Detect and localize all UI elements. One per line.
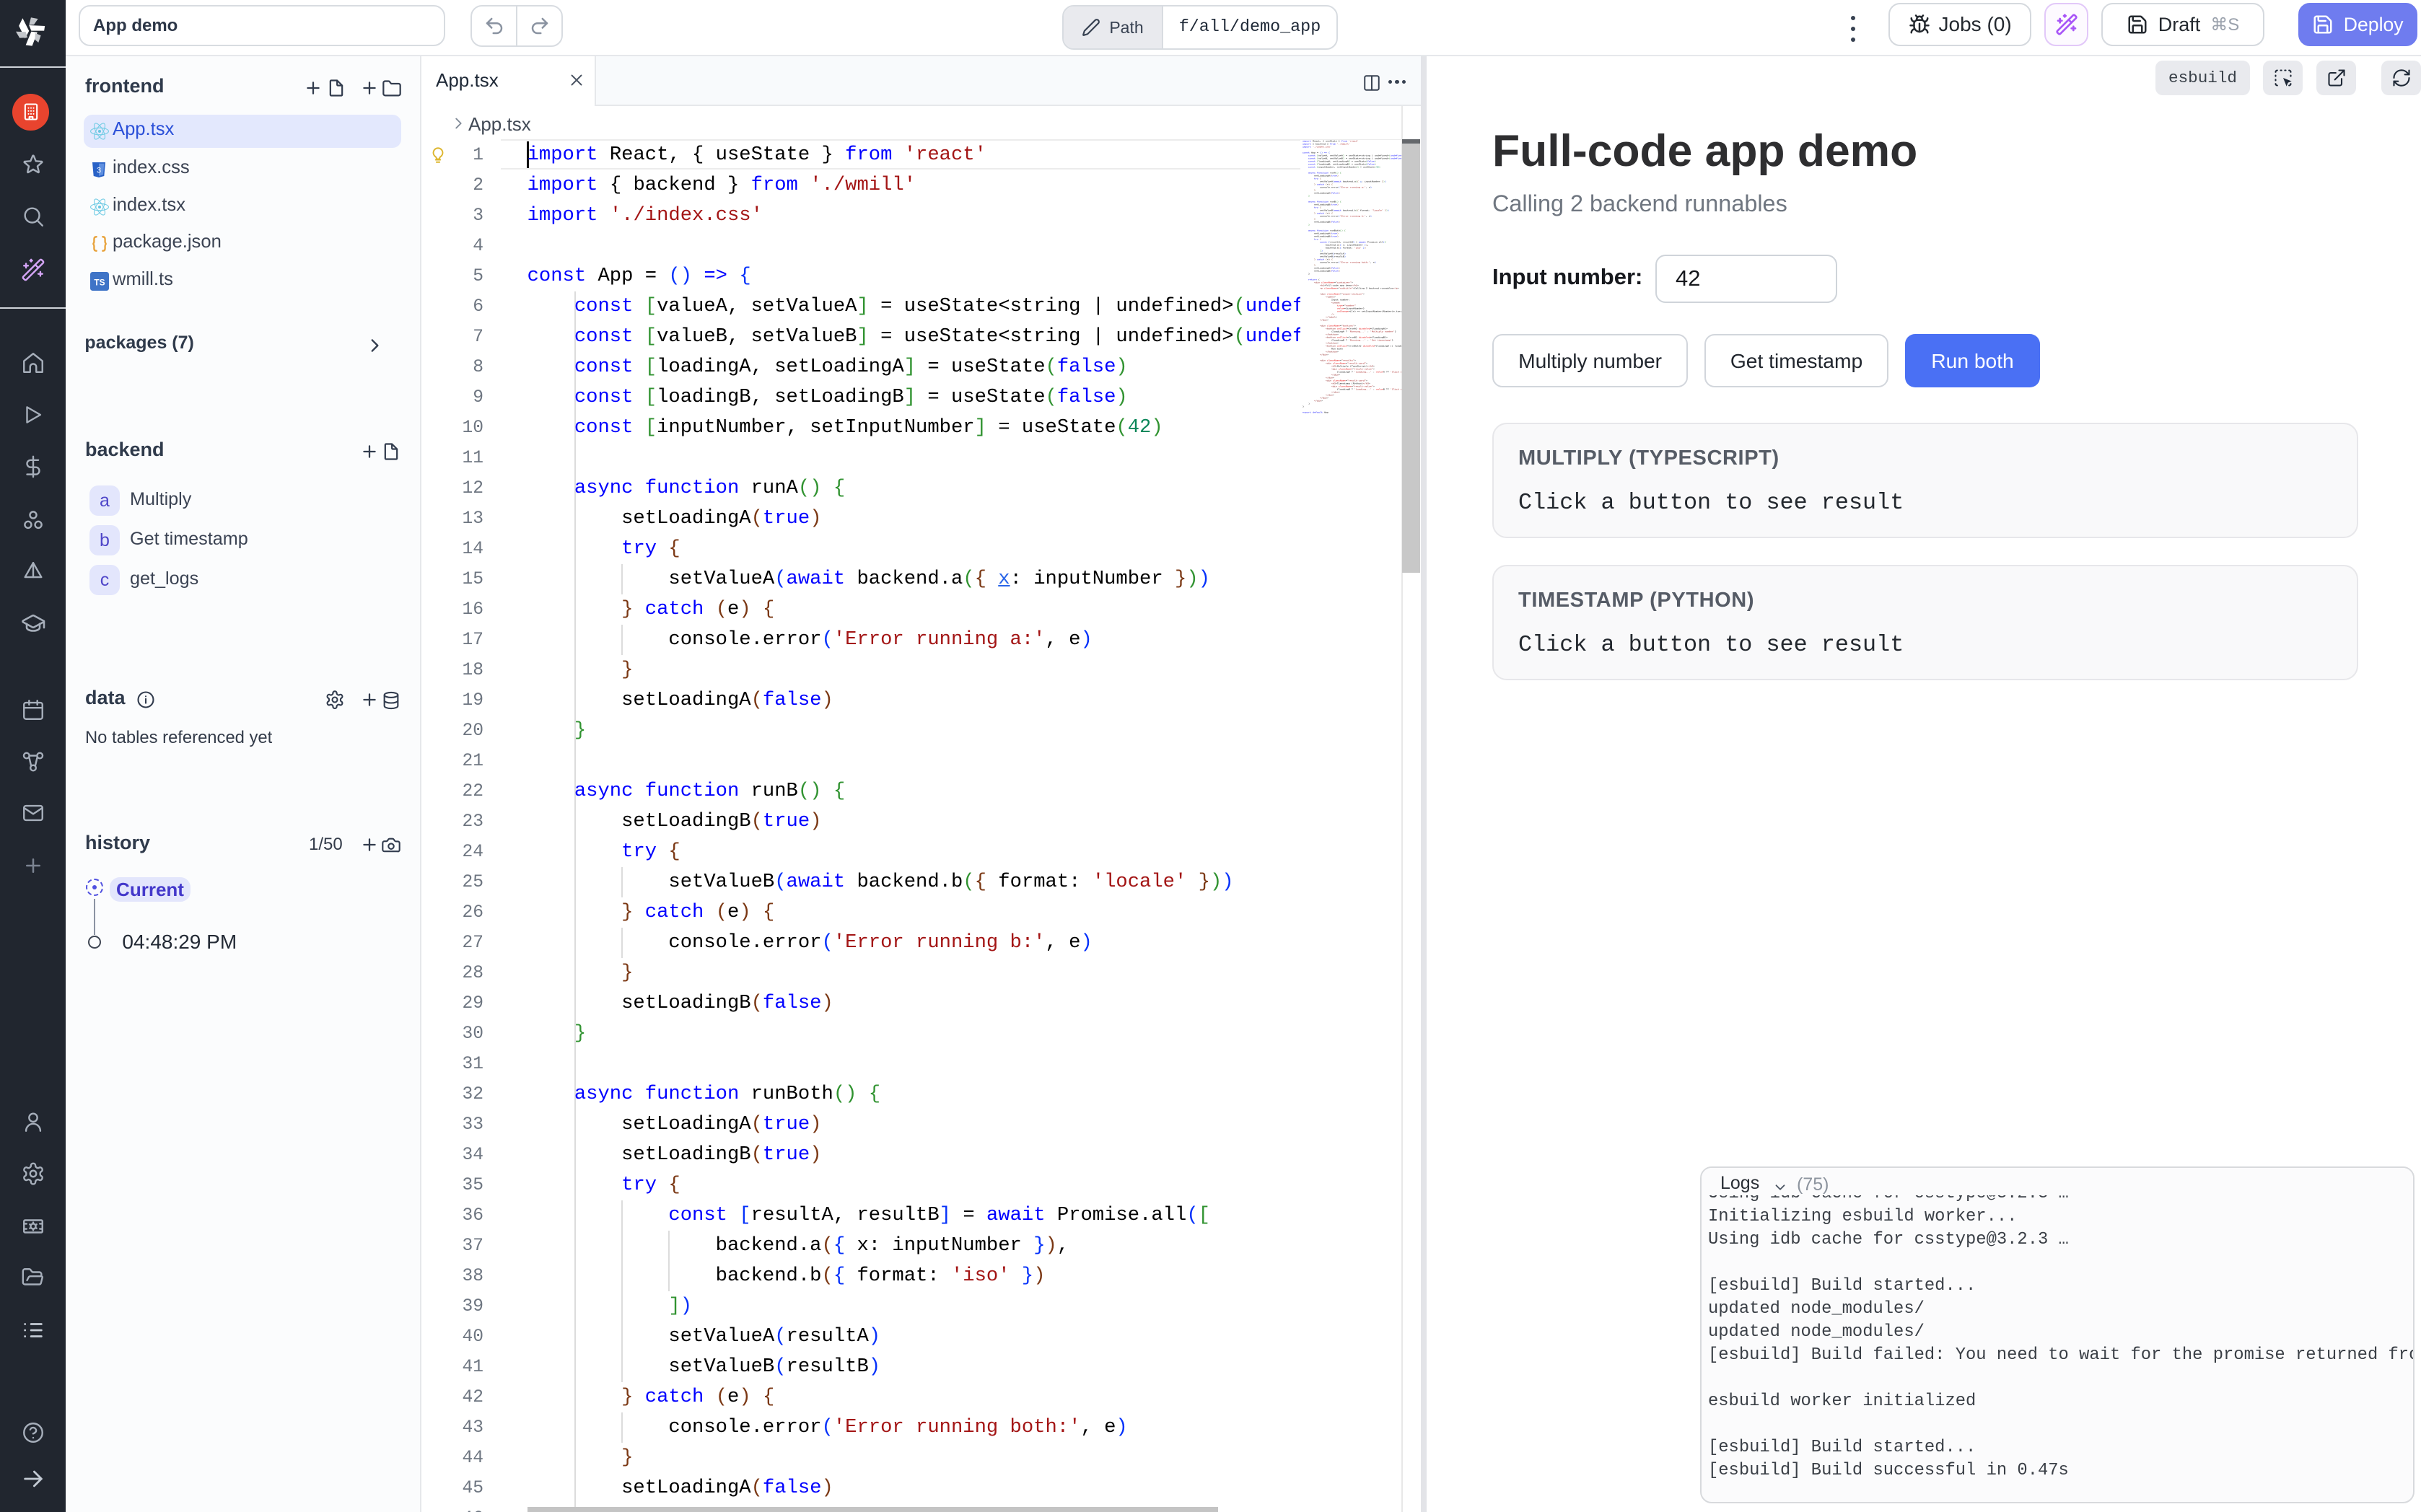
svg-text:TS: TS (94, 277, 105, 287)
svg-text:3: 3 (97, 167, 101, 175)
